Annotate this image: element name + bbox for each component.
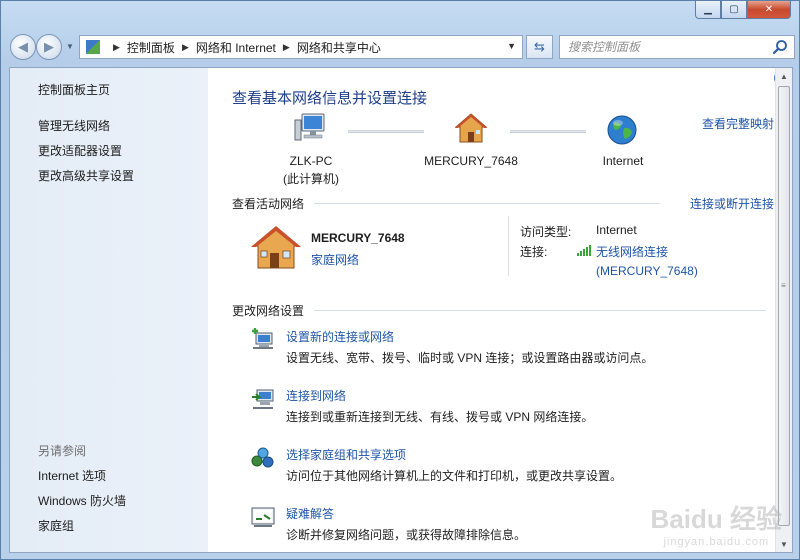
sidebar-item-homegroup[interactable]: 家庭组 (38, 517, 74, 534)
section-divider (314, 203, 660, 204)
recent-pages-dropdown-icon[interactable]: ▼ (66, 42, 74, 51)
connection-line (510, 130, 586, 133)
content-area: 控制面板主页 管理无线网络 更改适配器设置 更改高级共享设置 另请参阅 Inte… (9, 67, 793, 553)
internet-label: Internet (602, 154, 644, 168)
breadcrumb-separator-icon[interactable]: ▶ (113, 42, 120, 53)
back-arrow-icon: ◀ (18, 39, 28, 54)
scrollbar-thumb[interactable] (778, 86, 790, 526)
back-button[interactable]: ◀ (10, 34, 36, 60)
task-homegroup-desc: 访问位于其他网络计算机上的文件和打印机，或更改共享设置。 (286, 469, 623, 483)
breadcrumb-control-panel[interactable]: 控制面板 (127, 39, 175, 56)
address-dropdown-icon[interactable]: ▼ (507, 41, 516, 51)
home-network-icon (251, 226, 301, 269)
address-bar[interactable]: ▶ 控制面板 ▶ 网络和 Internet ▶ 网络和共享中心 ▼ (79, 35, 523, 59)
wifi-signal-icon (577, 245, 591, 256)
search-input[interactable] (568, 40, 768, 54)
sidebar-home-link[interactable]: 控制面板主页 (38, 81, 110, 98)
change-settings-label: 更改网络设置 (232, 304, 305, 318)
router-name: MERCURY_7648 (424, 154, 518, 168)
refresh-icon: ⇆ (534, 39, 545, 54)
connect-disconnect-link[interactable]: 连接或断开连接 (690, 195, 774, 212)
connection-line (348, 130, 424, 133)
refresh-button[interactable]: ⇆ (526, 35, 553, 59)
main-panel: ? 查看基本网络信息并设置连接 查看完整映射 (208, 68, 790, 552)
watermark-subtext: jingyan.baidu.com (663, 536, 770, 548)
control-panel-icon (86, 40, 100, 54)
connection-value-line1: 无线网络连接 (596, 245, 669, 259)
forward-arrow-icon: ▶ (44, 39, 54, 54)
sidebar-item-adapter-settings[interactable]: 更改适配器设置 (38, 142, 122, 159)
task-connect-network-desc: 连接到或重新连接到无线、有线、拨号或 VPN 网络连接。 (286, 410, 594, 424)
task-setup-connection-desc: 设置无线、宽带、拨号、临时或 VPN 连接；或设置路由器或访问点。 (286, 351, 654, 365)
active-networks-label: 查看活动网络 (232, 197, 305, 211)
connect-network-icon (252, 389, 274, 409)
section-divider (314, 310, 766, 311)
router-node[interactable]: MERCURY_7648 (416, 154, 526, 168)
new-connection-icon (252, 328, 273, 349)
task-troubleshoot-link[interactable]: 疑难解答 (286, 505, 334, 522)
breadcrumb-separator-icon[interactable]: ▶ (182, 42, 189, 53)
connection-label: 连接: (520, 245, 548, 259)
task-setup-connection-link[interactable]: 设置新的连接或网络 (286, 328, 394, 345)
vertical-divider (508, 216, 509, 276)
sidebar-item-windows-firewall[interactable]: Windows 防火墙 (38, 492, 126, 509)
troubleshoot-icon (251, 507, 275, 527)
sidebar-item-internet-options[interactable]: Internet 选项 (38, 467, 106, 484)
baidu-watermark: Baidu 经验 jingyan.baidu.com (651, 499, 782, 548)
task-homegroup-link[interactable]: 选择家庭组和共享选项 (286, 446, 406, 463)
forward-button[interactable]: ▶ (36, 34, 62, 60)
watermark-text: Baidu 经验 (650, 504, 782, 534)
sidebar: 控制面板主页 管理无线网络 更改适配器设置 更改高级共享设置 另请参阅 Inte… (10, 68, 208, 552)
see-also-header: 另请参阅 (38, 444, 87, 458)
search-icon[interactable] (772, 39, 788, 55)
scroll-up-icon[interactable]: ▲ (776, 68, 792, 84)
internet-globe-icon (607, 115, 637, 145)
computer-icon (294, 113, 325, 141)
computer-node: ZLK-PC (此计算机) (266, 154, 356, 187)
computer-name: ZLK-PC (289, 154, 333, 168)
wireless-connection-link[interactable]: 无线网络连接 (MERCURY_7648) (596, 243, 698, 278)
sidebar-item-manage-wireless[interactable]: 管理无线网络 (38, 117, 110, 134)
homegroup-icon (251, 447, 274, 468)
search-box[interactable] (559, 35, 795, 59)
vertical-scrollbar[interactable]: ▲ ≡ ▼ (775, 68, 792, 552)
breadcrumb: ▶ 控制面板 ▶ 网络和 Internet ▶ 网络和共享中心 (106, 39, 381, 56)
breadcrumb-network-sharing-center[interactable]: 网络和共享中心 (297, 39, 381, 56)
minimize-button[interactable]: ▁ (695, 1, 721, 19)
sidebar-item-advanced-sharing[interactable]: 更改高级共享设置 (38, 167, 134, 184)
window: ▁ ▢ ✕ ◀ ▶ ▼ ▶ 控制面板 ▶ 网络和 Internet ▶ 网络和共… (0, 0, 800, 560)
breadcrumb-separator-icon[interactable]: ▶ (283, 42, 290, 53)
connection-value-line2: (MERCURY_7648) (596, 264, 698, 278)
internet-node[interactable]: Internet (582, 154, 664, 168)
scrollbar-grip-icon: ≡ (781, 281, 786, 290)
task-connect-network-link[interactable]: 连接到网络 (286, 387, 346, 404)
network-type-link[interactable]: 家庭网络 (311, 251, 359, 268)
task-troubleshoot-desc: 诊断并修复网络问题，或获得故障排除信息。 (286, 528, 527, 542)
view-full-map-link[interactable]: 查看完整映射 (702, 115, 774, 132)
computer-subtitle: (此计算机) (283, 172, 339, 186)
close-button[interactable]: ✕ (747, 1, 791, 19)
access-type-value: Internet (596, 223, 637, 237)
access-type-label: 访问类型: (520, 225, 572, 239)
navigation-bar: ◀ ▶ ▼ ▶ 控制面板 ▶ 网络和 Internet ▶ 网络和共享中心 ▼ … (9, 33, 795, 61)
breadcrumb-network-internet[interactable]: 网络和 Internet (196, 39, 276, 56)
page-title: 查看基本网络信息并设置连接 (232, 90, 428, 107)
caption-buttons: ▁ ▢ ✕ (695, 1, 791, 19)
home-router-icon (454, 113, 488, 143)
active-network-name: MERCURY_7648 (311, 231, 405, 245)
maximize-button[interactable]: ▢ (721, 1, 747, 19)
